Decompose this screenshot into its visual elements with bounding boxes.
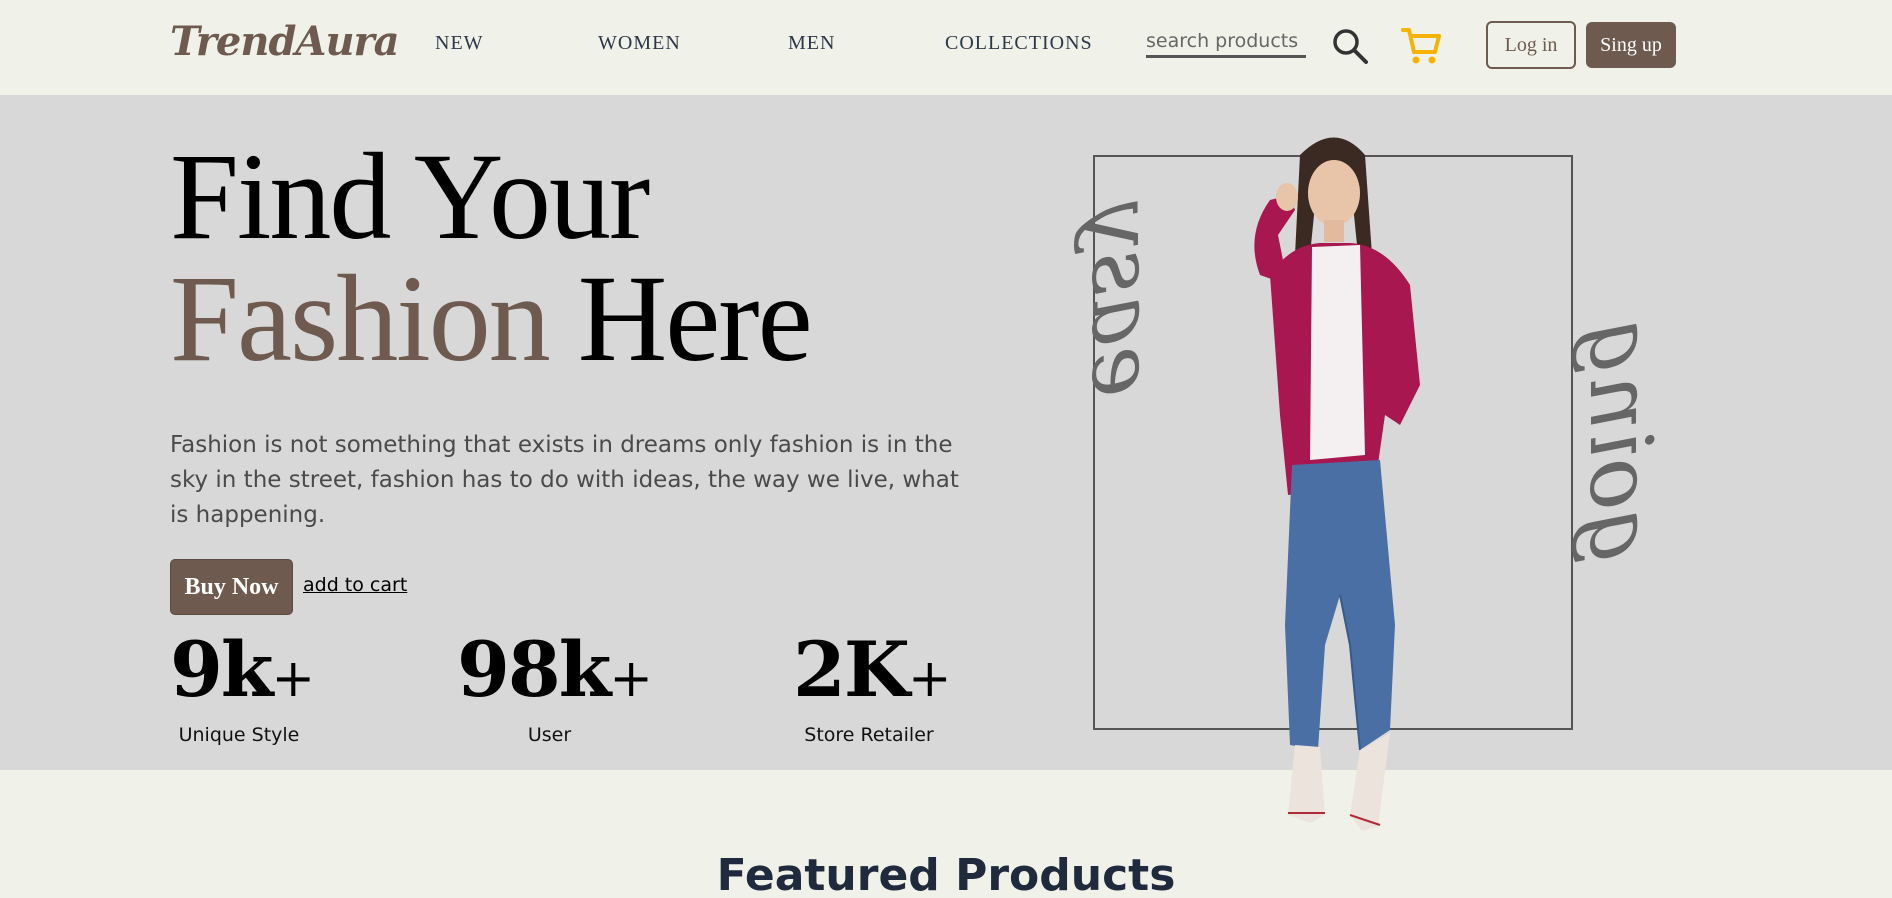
stat-value-store-retailer: 2K+ (793, 632, 952, 709)
stat-value-user: 98k+ (457, 632, 653, 709)
hero-title-accent: Fashion (170, 250, 551, 387)
stat-plus: + (609, 649, 653, 709)
featured-products-title: Featured Products (716, 850, 1176, 898)
hero-title-line1: Find Your (170, 128, 650, 265)
search-icon[interactable] (1330, 26, 1370, 66)
nav-item-collections[interactable]: COLLECTIONS (945, 32, 1093, 55)
nav-item-new[interactable]: NEW (435, 32, 484, 55)
stat-number: 98k (457, 625, 611, 714)
stat-number: 2K (793, 625, 910, 714)
stat-value-unique-style: 9k+ (170, 632, 316, 709)
login-button[interactable]: Log in (1486, 21, 1576, 69)
side-word-going: going (1570, 320, 1670, 565)
buy-now-button[interactable]: Buy Now (170, 559, 293, 615)
hero-description: Fashion is not something that exists in … (170, 432, 959, 528)
site-header: TrendAura NEW WOMEN MEN COLLECTIONS Log … (0, 0, 1892, 95)
stat-number: 9k (170, 625, 274, 714)
add-to-cart-link[interactable]: add to cart (303, 574, 407, 596)
stat-plus: + (271, 649, 316, 709)
hero-title-rest: Here (577, 250, 813, 387)
search-field (1146, 28, 1306, 58)
nav-item-men[interactable]: MEN (788, 32, 835, 55)
stat-label-store-retailer: Store Retailer (804, 724, 934, 746)
side-word-easy: easy (1072, 202, 1172, 397)
stat-label-unique-style: Unique Style (178, 724, 300, 746)
signup-button[interactable]: Sing up (1586, 22, 1676, 68)
hero-title-line2: Fashion Here (170, 257, 813, 381)
cart-icon[interactable] (1400, 24, 1444, 68)
nav-item-women[interactable]: WOMEN (598, 32, 681, 55)
brand-logo[interactable]: TrendAura (170, 18, 400, 65)
search-input[interactable] (1146, 28, 1306, 55)
fashion-model-image (1254, 137, 1420, 831)
stat-label-user: User (527, 724, 572, 746)
stat-plus: + (907, 649, 952, 709)
